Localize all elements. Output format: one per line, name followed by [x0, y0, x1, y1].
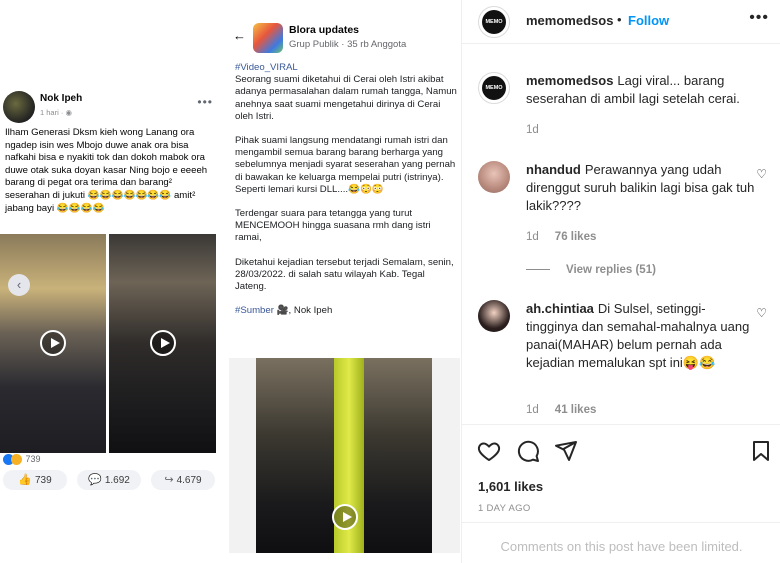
hashtag: #Video_VIRAL: [235, 62, 298, 73]
share-paper-plane-icon[interactable]: [554, 439, 578, 463]
comment-item: ah.chintiaa Di Sulsel, setinggi-tingginya…: [478, 300, 773, 420]
commenter-username[interactable]: ah.chintiaa: [526, 301, 594, 316]
comment-icon: 💬: [88, 474, 102, 486]
group-avatar: [253, 23, 283, 53]
share-count-pill: ↪ 4.679: [151, 470, 215, 490]
chevron-left-icon: ‹: [8, 274, 30, 296]
post-action-bar: [462, 424, 780, 474]
author-avatar: [3, 91, 35, 123]
like-count-pill: 👍 739: [3, 470, 67, 490]
comment-likes[interactable]: 41 likes: [555, 404, 597, 416]
post-time: 1 hari · ◉: [40, 108, 72, 117]
commenter-username[interactable]: nhandud: [526, 162, 581, 177]
group-post-text: #Video_VIRAL Seorang suami diketahui di …: [235, 62, 457, 329]
group-name: Blora updates: [289, 24, 360, 36]
video-thumbnail-2: [109, 234, 216, 453]
comment-meta: 1d 41 likes: [526, 404, 597, 416]
commenter-avatar[interactable]: [478, 161, 510, 193]
facebook-action-bar: 👍 739 💬 1.692 ↪ 4.679: [3, 470, 217, 492]
bookmark-icon[interactable]: [749, 439, 773, 463]
account-username[interactable]: memomedsos: [526, 13, 613, 28]
comment-count-pill: 💬 1.692: [77, 470, 141, 490]
play-icon: [332, 504, 358, 530]
memomedsos-logo: MEMO MEDSOS: [482, 10, 506, 34]
paragraph: Seorang suami diketahui di Cerai oleh Is…: [235, 74, 457, 122]
comment-bubble-icon[interactable]: [516, 439, 540, 463]
post-image: Nok Ipeh 1 hari · ◉ ••• Ilham Generasi D…: [0, 0, 461, 563]
likes-count[interactable]: 1,601 likes: [478, 479, 543, 494]
play-icon: [40, 330, 66, 356]
commenter-avatar[interactable]: [478, 300, 510, 332]
paragraph: Pihak suami langsung mendatangi rumah is…: [235, 135, 456, 195]
comment-likes[interactable]: 76 likes: [555, 231, 597, 243]
group-meta: Grup Publik · 35 rb Anggota: [289, 39, 407, 50]
comment-item: nhandud Perawannya yang udah direnggut su…: [478, 161, 773, 251]
paragraph: Diketahui kejadian tersebut terjadi Sema…: [235, 256, 454, 293]
video-thumbnail-1: [0, 234, 106, 453]
facebook-post-header: Nok Ipeh 1 hari · ◉ •••: [3, 89, 217, 125]
heart-icon[interactable]: ♡: [756, 167, 767, 181]
post-header: MEMO MEDSOS memomedsos • Follow •••: [462, 0, 780, 44]
reaction-summary: 739: [3, 454, 41, 466]
more-options-icon: •••: [197, 95, 213, 109]
source-name: 🎥, Nok Ipeh: [276, 305, 333, 317]
video-frame: [256, 358, 432, 553]
paragraph: Terdengar suara para tetangga yang turut…: [235, 208, 431, 244]
share-icon: ↪: [164, 474, 174, 486]
follow-button[interactable]: Follow: [628, 13, 669, 28]
video-thumbnails: ‹: [0, 234, 216, 453]
caption-age: 1d: [526, 124, 539, 136]
instagram-side-panel: MEMO MEDSOS memomedsos • Follow ••• MEMO…: [461, 0, 780, 563]
more-horizontal-icon[interactable]: •••: [749, 9, 769, 27]
group-video: [229, 358, 460, 553]
source-hashtag: #Sumber: [235, 305, 274, 317]
caption-username[interactable]: memomedsos: [526, 73, 613, 88]
facebook-post-card: Nok Ipeh 1 hari · ◉ ••• Ilham Generasi D…: [0, 84, 222, 498]
play-icon: [150, 330, 176, 356]
comment-meta: 1d 76 likes: [526, 231, 597, 243]
comments-limited-notice: Comments on this post have been limited.: [462, 522, 780, 563]
thumbs-up-icon: 👍: [18, 474, 32, 486]
heart-icon[interactable]: ♡: [756, 306, 767, 320]
caption-avatar[interactable]: MEMO MEDSOS: [478, 72, 510, 104]
back-arrow-icon: ←: [233, 28, 246, 43]
post-date: 1 DAY AGO: [478, 503, 531, 514]
author-name: Nok Ipeh: [40, 93, 83, 104]
facebook-post-text: Ilham Generasi Dksm kieh wong Lanang ora…: [5, 127, 208, 214]
account-avatar[interactable]: MEMO MEDSOS: [478, 6, 510, 38]
view-replies-button[interactable]: View replies (51): [526, 264, 656, 276]
like-heart-icon[interactable]: [477, 439, 501, 463]
reaction-icons: [3, 454, 23, 466]
globe-icon: ◉: [65, 108, 72, 117]
facebook-group-post: ← Blora updates Grup Publik · 35 rb Angg…: [229, 15, 460, 555]
